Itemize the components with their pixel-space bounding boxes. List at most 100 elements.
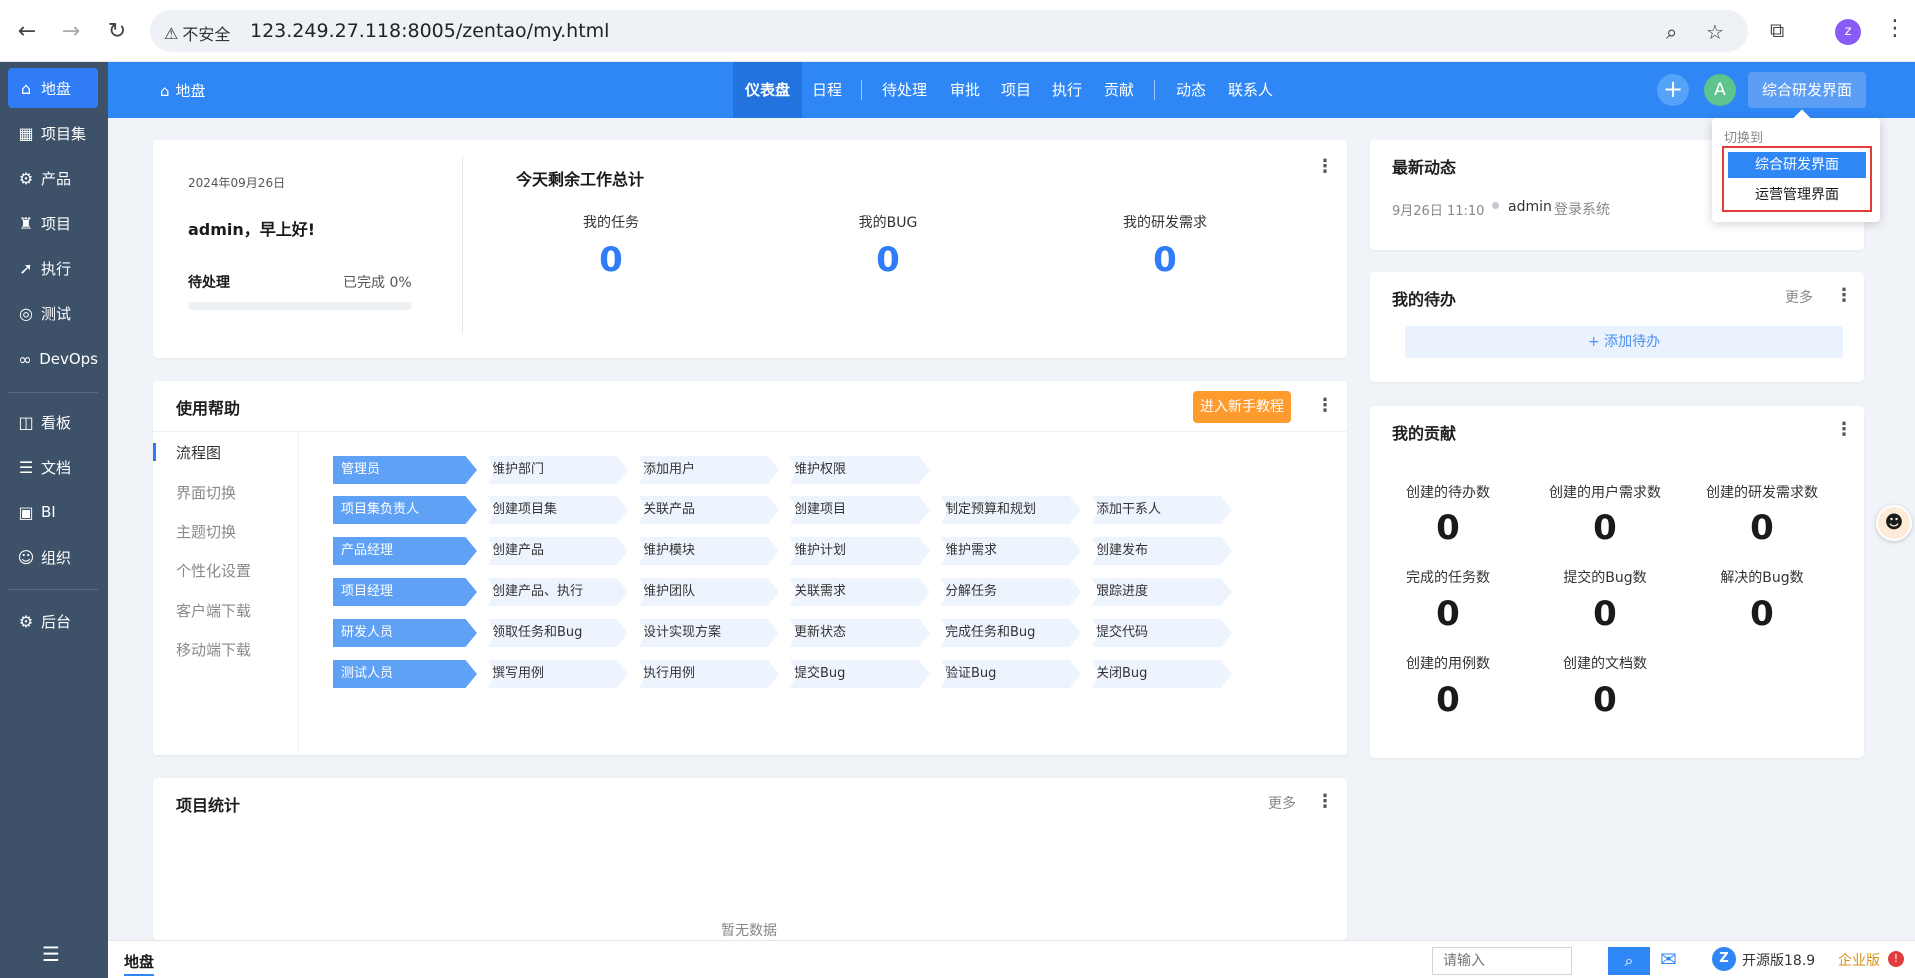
assistant-avatar-icon[interactable]: ☻ [1876, 505, 1912, 541]
flow-step[interactable]: 制定预算和规划 [941, 496, 1081, 524]
flow-step[interactable]: 跟踪进度 [1092, 578, 1232, 606]
enterprise-link[interactable]: 企业版 [1838, 950, 1880, 970]
flow-step[interactable]: 验证Bug [941, 660, 1081, 688]
card-menu-icon[interactable]: ⋮ [1835, 287, 1853, 305]
address-bar[interactable]: ⚠ 不安全 123.249.27.118:8005/zentao/my.html … [150, 10, 1748, 52]
tab-activity[interactable]: 动态 [1176, 62, 1206, 118]
card-menu-icon[interactable]: ⋮ [1316, 793, 1334, 811]
flow-step[interactable]: 创建项目 [790, 496, 930, 524]
sidebar-item-doc[interactable]: ☰ 文档 [8, 447, 98, 487]
sidebar-item-kanban[interactable]: ◫ 看板 [8, 402, 98, 442]
header-home[interactable]: ⌂ 地盘 [160, 80, 206, 101]
flow-step[interactable]: 执行用例 [639, 660, 779, 688]
bookmark-star-icon[interactable]: ☆ [1706, 20, 1724, 44]
flow-step[interactable]: 设计实现方案 [639, 619, 779, 647]
contrib-value: 0 [1593, 680, 1617, 720]
card-divider [462, 156, 463, 334]
tab-project[interactable]: 项目 [1001, 62, 1031, 118]
add-todo-button[interactable]: + 添加待办 [1405, 326, 1843, 358]
flow-step[interactable]: 关联需求 [790, 578, 930, 606]
extensions-icon[interactable]: ⧉ [1770, 18, 1784, 42]
sidebar-item-admin[interactable]: ⚙ 后台 [8, 601, 98, 641]
flow-step[interactable]: 完成任务和Bug [941, 619, 1081, 647]
tab-contribution[interactable]: 贡献 [1104, 62, 1134, 118]
bottom-tab-dashboard[interactable]: 地盘 [124, 951, 155, 976]
sidebar-item-dashboard[interactable]: ⌂ 地盘 [8, 68, 98, 108]
flow-step[interactable]: 提交代码 [1092, 619, 1232, 647]
help-nav-theme-switch[interactable]: 主题切换 [176, 521, 236, 542]
forward-icon[interactable]: → [58, 18, 84, 44]
search-icon[interactable]: ⌕ [1608, 947, 1650, 975]
flow-step[interactable]: 维护部门 [488, 456, 628, 484]
card-menu-icon[interactable]: ⋮ [1316, 397, 1334, 415]
flow-step[interactable]: 添加干系人 [1092, 496, 1232, 524]
flow-step[interactable]: 添加用户 [639, 456, 779, 484]
search-input[interactable] [1432, 947, 1572, 975]
tab-execution[interactable]: 执行 [1052, 62, 1082, 118]
version-label[interactable]: 开源版18.9 [1742, 950, 1815, 970]
sidebar-item-product[interactable]: ⚙ 产品 [8, 158, 98, 198]
sidebar-item-bi[interactable]: ▣ BI [8, 492, 98, 532]
back-icon[interactable]: ← [14, 18, 40, 44]
activity-user[interactable]: admin [1508, 199, 1552, 215]
create-plus-icon[interactable]: + [1657, 74, 1689, 106]
gear-icon: ⚙ [18, 611, 34, 631]
dropdown-item-ops[interactable]: 运营管理界面 [1728, 182, 1866, 208]
flow-step[interactable]: 更新状态 [790, 619, 930, 647]
ai-chat-icon[interactable]: ✉ [1660, 947, 1677, 971]
alert-icon[interactable]: ! [1888, 951, 1904, 967]
stat-value-tasks[interactable]: 0 [551, 240, 671, 280]
profile-avatar[interactable]: z [1835, 19, 1861, 45]
flow-step[interactable]: 关闭Bug [1092, 660, 1232, 688]
people-icon: ☺ [17, 547, 35, 567]
flow-step[interactable]: 领取任务和Bug [488, 619, 628, 647]
more-link[interactable]: 更多 [1268, 793, 1296, 813]
tab-dashboard[interactable]: 仪表盘 [733, 62, 803, 118]
sidebar-item-test[interactable]: ◎ 测试 [8, 293, 98, 333]
flow-step[interactable]: 维护需求 [941, 537, 1081, 565]
flow-step[interactable]: 关联产品 [639, 496, 779, 524]
flow-step[interactable]: 分解任务 [941, 578, 1081, 606]
flow-step[interactable]: 提交Bug [790, 660, 930, 688]
sidebar-item-devops[interactable]: ∞ DevOps [8, 339, 98, 379]
flow-step[interactable]: 维护计划 [790, 537, 930, 565]
flow-step[interactable]: 维护模块 [639, 537, 779, 565]
zoom-icon[interactable]: ⌕ [1666, 20, 1677, 44]
help-nav-personalize[interactable]: 个性化设置 [176, 560, 251, 581]
tab-contacts[interactable]: 联系人 [1228, 62, 1273, 118]
sidebar-item-program[interactable]: ▦ 项目集 [8, 113, 98, 153]
help-nav-interface-switch[interactable]: 界面切换 [176, 482, 236, 503]
contrib-label: 创建的待办数 [1406, 485, 1490, 501]
stat-value-stories[interactable]: 0 [1105, 240, 1225, 280]
help-nav-flowchart[interactable]: 流程图 [176, 442, 221, 463]
sidebar-item-org[interactable]: ☺ 组织 [8, 537, 98, 577]
help-nav-mobile-download[interactable]: 移动端下载 [176, 639, 251, 660]
flow-step[interactable]: 维护团队 [639, 578, 779, 606]
tab-pending[interactable]: 待处理 [882, 62, 927, 118]
help-nav-client-download[interactable]: 客户端下载 [176, 600, 251, 621]
reload-icon[interactable]: ↻ [104, 18, 130, 44]
more-link[interactable]: 更多 [1785, 287, 1813, 307]
card-menu-icon[interactable]: ⋮ [1835, 421, 1853, 439]
flow-step[interactable]: 创建产品 [488, 537, 628, 565]
sidebar-item-execution[interactable]: ➚ 执行 [8, 248, 98, 288]
card-menu-icon[interactable]: ⋮ [1316, 158, 1334, 176]
tab-approval[interactable]: 审批 [950, 62, 980, 118]
url-text[interactable]: 123.249.27.118:8005/zentao/my.html [250, 20, 609, 42]
collapse-menu-icon[interactable]: ☰ [42, 942, 60, 966]
flow-step[interactable]: 维护权限 [790, 456, 930, 484]
main-sidebar: ⌂ 地盘 ▦ 项目集 ⚙ 产品 ♜ 项目 ➚ 执行 ◎ 测试 ∞ DevOps ◫ 看板 ☰ 文档… [0, 62, 108, 978]
flow-step[interactable]: 创建发布 [1092, 537, 1232, 565]
security-warning[interactable]: ⚠ 不安全 [164, 21, 230, 45]
interface-switch-button[interactable]: 综合研发界面 [1748, 72, 1866, 108]
browser-menu-icon[interactable]: ⋮ [1884, 16, 1906, 41]
stat-value-bugs[interactable]: 0 [828, 240, 948, 280]
dropdown-item-rd[interactable]: 综合研发界面 [1728, 152, 1866, 178]
flow-step[interactable]: 创建产品、执行 [488, 578, 628, 606]
flow-step[interactable]: 创建项目集 [488, 496, 628, 524]
tab-calendar[interactable]: 日程 [812, 62, 842, 118]
flow-step[interactable]: 撰写用例 [488, 660, 628, 688]
tutorial-button[interactable]: 进入新手教程 [1193, 391, 1291, 423]
sidebar-item-project[interactable]: ♜ 项目 [8, 203, 98, 243]
user-avatar[interactable]: A [1704, 74, 1736, 106]
